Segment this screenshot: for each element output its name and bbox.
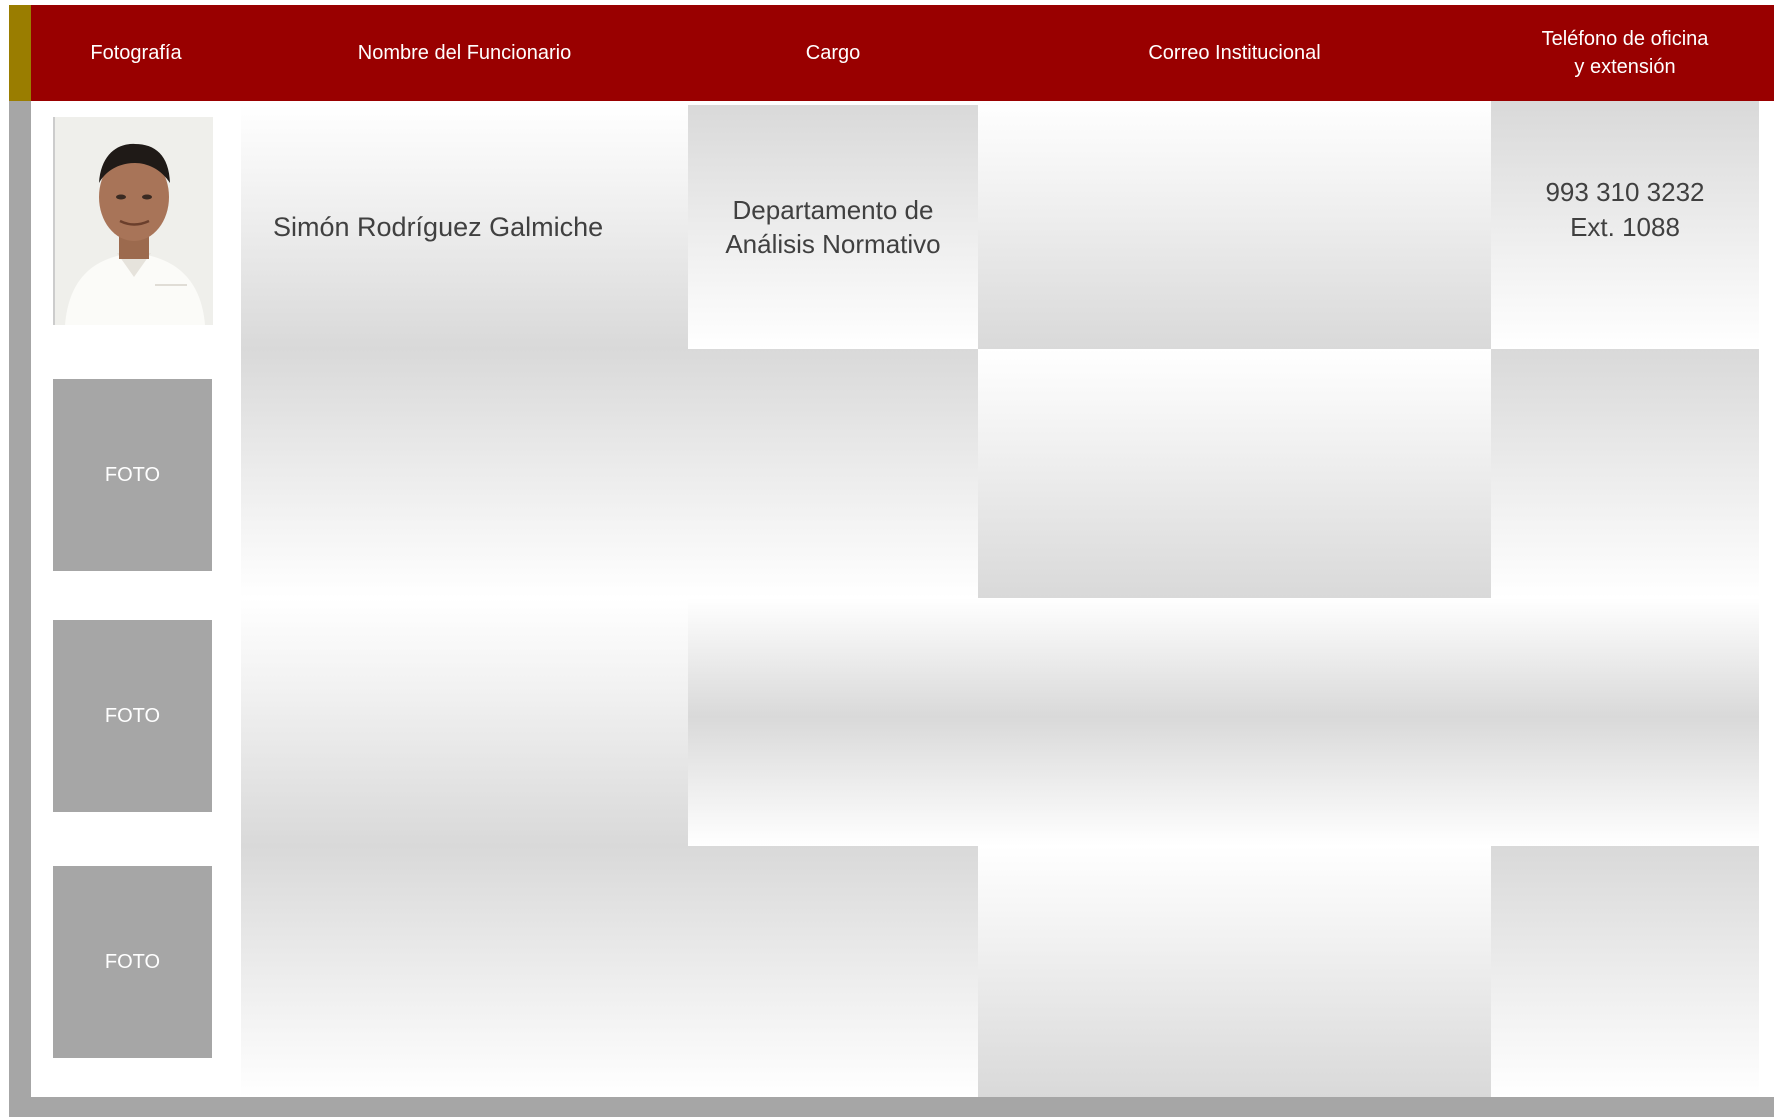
header-email: Correo Institucional <box>1148 42 1321 64</box>
header-photo: Fotografía <box>90 42 182 64</box>
table-row-2-photo-cell: FOTO <box>31 349 241 598</box>
table-row-3-phone <box>1491 598 1759 846</box>
accent-bar-gold <box>9 5 31 101</box>
table-row-4-email <box>978 846 1491 1097</box>
table-header: Fotografía Nombre del Funcionario Cargo … <box>31 5 1774 101</box>
header-name: Nombre del Funcionario <box>357 42 572 64</box>
table-row-3-photo-cell: FOTO <box>31 598 241 846</box>
staff-directory-page: Fotografía Nombre del Funcionario Cargo … <box>0 0 1779 1118</box>
header-position: Cargo <box>805 42 861 64</box>
left-frame-bar <box>9 101 31 1117</box>
table-row-1-photo-cell <box>31 101 241 349</box>
photo-placeholder: FOTO <box>53 620 212 812</box>
table-row-4-phone <box>1491 846 1759 1097</box>
table-row-2-position <box>688 349 978 598</box>
table-row-1-position: Departamento de Análisis Normativo <box>688 105 978 349</box>
table-row-1-email <box>978 101 1491 349</box>
photo-placeholder: FOTO <box>53 866 212 1058</box>
table-row-4-name <box>241 846 688 1097</box>
photo-placeholder: FOTO <box>53 379 212 571</box>
staff-photo <box>53 117 213 325</box>
table-row-2-name <box>241 349 688 598</box>
table-row-4-position <box>688 846 978 1097</box>
table-row-1-name: Simón Rodríguez Galmiche <box>241 105 688 349</box>
table-row-2-phone <box>1491 349 1759 598</box>
header-phone: Teléfono de oficina y extensión <box>1541 28 1709 78</box>
directory-table: Fotografía Nombre del Funcionario Cargo … <box>9 5 1774 1117</box>
table-row-1-phone: 993 310 3232 Ext. 1088 <box>1491 101 1759 349</box>
table-row-3-email <box>978 598 1491 846</box>
table-row-2-email <box>978 349 1491 598</box>
table-row-4-photo-cell: FOTO <box>31 846 241 1097</box>
bottom-frame-bar <box>9 1097 1774 1117</box>
table-row-3-position <box>688 598 978 846</box>
table-row-3-name <box>241 598 688 846</box>
